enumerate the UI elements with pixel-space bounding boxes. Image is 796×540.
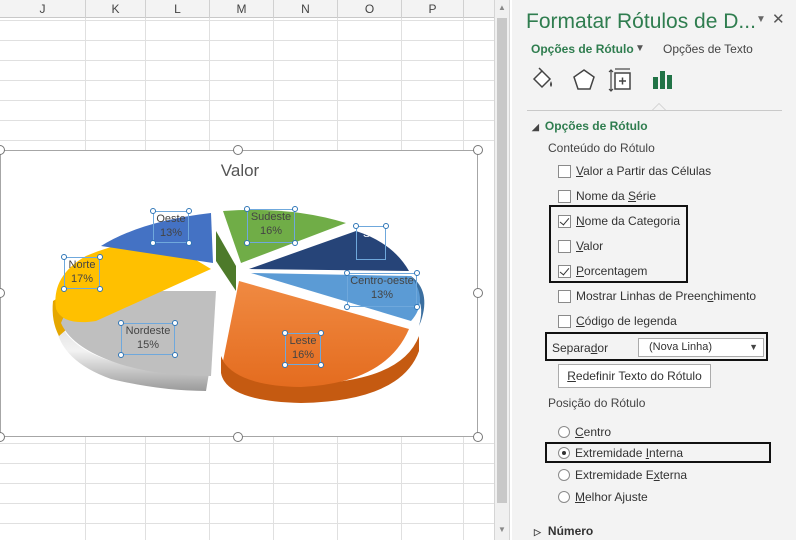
chart-resize-handle-bottom[interactable] — [233, 432, 243, 442]
column-header-j[interactable]: J — [0, 0, 86, 18]
data-label-centro-oeste[interactable]: Centro-oeste 13% — [344, 270, 420, 310]
separator-label: Separador — [552, 341, 609, 355]
column-header-o[interactable]: O — [338, 0, 402, 18]
column-header-k[interactable]: K — [86, 0, 146, 18]
tab-text-options[interactable]: Opções de Texto — [663, 42, 753, 56]
effects-pentagon-icon[interactable] — [570, 66, 598, 94]
data-label-sudeste[interactable]: Sudeste 16% — [244, 206, 298, 246]
checkbox[interactable] — [558, 289, 571, 303]
column-header-n[interactable]: N — [274, 0, 338, 18]
checkbox-show-leader-lines[interactable]: Mostrar Linhas de Preenchimento — [558, 287, 756, 305]
tab-label-options[interactable]: Opções de Rótulo — [531, 42, 634, 56]
slice-side-sudeste — [216, 231, 236, 291]
reset-label-text-button[interactable]: Redefinir Texto do Rótulo — [558, 364, 711, 388]
divider — [527, 110, 782, 111]
column-header-m[interactable]: M — [210, 0, 274, 18]
sheet-vertical-scrollbar[interactable]: ▲ ▼ — [494, 0, 510, 540]
collapse-triangle-icon: ◢ — [532, 122, 539, 132]
scroll-thumb[interactable] — [497, 18, 507, 503]
checkbox[interactable] — [558, 314, 571, 328]
column-header-p[interactable]: P — [402, 0, 464, 18]
data-label-norte[interactable]: Norte 17% — [61, 254, 103, 292]
label-position-heading: Posição do Rótulo — [548, 396, 646, 410]
checkbox[interactable] — [558, 189, 571, 203]
checkbox[interactable] — [558, 164, 571, 178]
chart-resize-handle-top-right[interactable] — [473, 145, 483, 155]
chevron-down-icon: ▼ — [749, 342, 758, 352]
checkbox-series-name[interactable]: Nome da Série — [558, 187, 656, 205]
radio[interactable] — [558, 491, 570, 503]
fill-line-icon[interactable] — [528, 66, 556, 94]
column-header-row: J K L M N O P — [0, 0, 494, 18]
chart-resize-handle-bottom-right[interactable] — [473, 432, 483, 442]
chart-resize-handle-right[interactable] — [473, 288, 483, 298]
radio-center[interactable]: Centro — [558, 423, 611, 441]
label-contains-heading: Conteúdo do Rótulo — [548, 141, 655, 155]
checkbox-value-from-cells[interactable]: Valor a Partir das Células — [558, 162, 711, 180]
radio[interactable] — [558, 469, 570, 481]
radio[interactable] — [558, 426, 570, 438]
scroll-up-icon[interactable]: ▲ — [495, 0, 509, 16]
active-tab-caret — [652, 103, 666, 110]
worksheet[interactable]: J K L M N O P Valor Oeste 13% Sudeste 16… — [0, 0, 494, 540]
chart-resize-handle-top[interactable] — [233, 145, 243, 155]
scroll-down-icon[interactable]: ▼ — [495, 522, 509, 538]
section-label-options[interactable]: ◢ Opções de Rótulo — [532, 119, 648, 133]
pie-chart[interactable]: Valor Oeste 13% Sudeste 16% Sul Centro-o… — [0, 150, 478, 437]
data-label-sul[interactable]: Sul — [353, 223, 389, 260]
data-label-oeste[interactable]: Oeste 13% — [150, 208, 192, 246]
data-label-nordeste[interactable]: Nordeste 15% — [118, 320, 178, 358]
radio-outside-end[interactable]: Extremidade Externa — [558, 466, 687, 484]
radio-best-fit[interactable]: Melhor Ajuste — [558, 488, 648, 506]
column-header-l[interactable]: L — [146, 0, 210, 18]
section-number[interactable]: ▷ Número — [534, 524, 593, 538]
expand-triangle-icon: ▷ — [534, 527, 541, 537]
highlight-box-content — [549, 205, 688, 283]
size-properties-icon[interactable] — [608, 66, 636, 94]
label-options-chart-icon[interactable] — [649, 66, 677, 94]
pane-options-chevron-icon[interactable]: ▼ — [756, 14, 766, 25]
checkbox-legend-key[interactable]: Código de legenda — [558, 312, 677, 330]
close-icon[interactable]: ✕ — [772, 10, 785, 28]
separator-dropdown[interactable]: (Nova Linha) ▼ — [638, 338, 764, 357]
data-label-leste[interactable]: Leste 16% — [282, 330, 324, 368]
pane-title: Formatar Rótulos de D... — [526, 10, 756, 33]
highlight-box-position — [545, 442, 771, 463]
tab-label-options-chevron-icon[interactable]: ▼ — [635, 43, 645, 54]
format-data-labels-pane: Formatar Rótulos de D... ▼ ✕ Opções de R… — [512, 0, 796, 540]
